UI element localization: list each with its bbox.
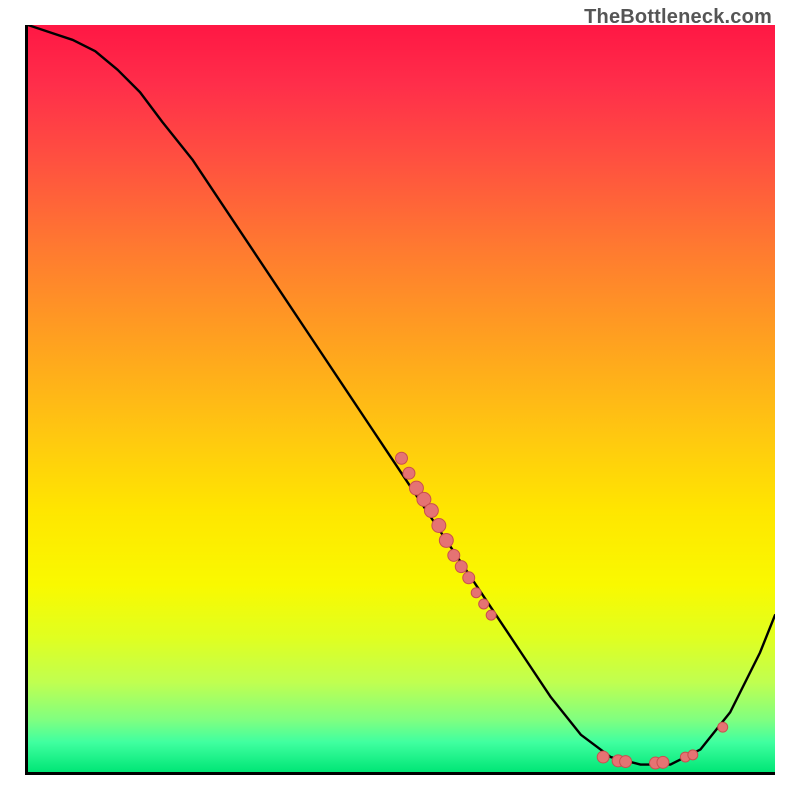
data-point <box>620 756 632 768</box>
data-point <box>718 722 728 732</box>
data-point <box>479 599 489 609</box>
data-point <box>471 588 481 598</box>
data-point <box>424 504 438 518</box>
data-point <box>688 750 698 760</box>
data-point <box>463 572 475 584</box>
data-points-group <box>396 452 728 769</box>
data-point <box>657 756 669 768</box>
data-point <box>439 533 453 547</box>
plot-area <box>25 25 775 775</box>
data-point <box>403 467 415 479</box>
data-point <box>486 610 496 620</box>
bottleneck-chart: TheBottleneck.com <box>0 0 800 800</box>
data-point <box>432 519 446 533</box>
data-point <box>455 561 467 573</box>
chart-overlay-svg <box>28 25 775 772</box>
data-point <box>448 549 460 561</box>
bottleneck-curve-path <box>28 25 775 765</box>
data-point <box>396 452 408 464</box>
data-point <box>597 751 609 763</box>
